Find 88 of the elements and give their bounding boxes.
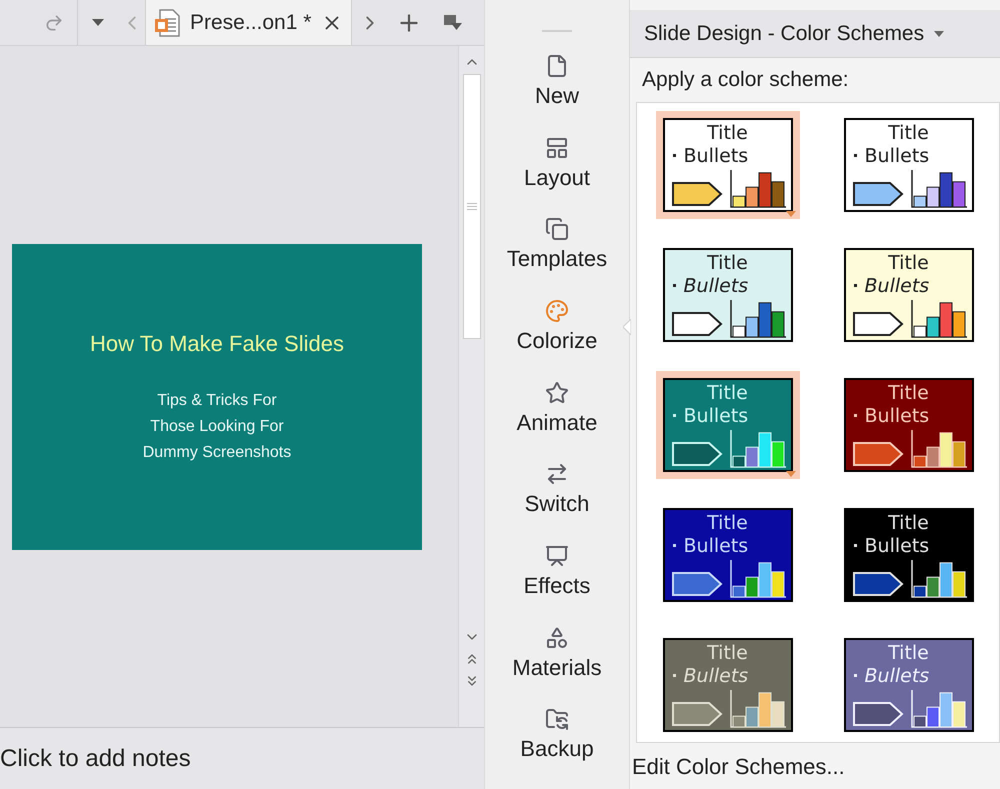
bar-chart-drawing bbox=[910, 690, 968, 728]
bullet-icon bbox=[672, 284, 676, 287]
bullet-icon bbox=[672, 414, 676, 417]
slide-subtitle-line: Dummy Screenshots bbox=[142, 443, 292, 463]
color-scheme-option[interactable]: Title Bullets bbox=[836, 500, 980, 608]
scheme-title-text: Title bbox=[888, 252, 929, 274]
color-scheme-option[interactable]: Title Bullets bbox=[836, 370, 980, 478]
bullet-icon bbox=[672, 674, 676, 677]
pentagon-arrow-icon bbox=[670, 310, 722, 338]
presentation-file-icon bbox=[154, 8, 180, 36]
sidebar-item[interactable]: Backup bbox=[485, 707, 629, 789]
scheme-title-text: Title bbox=[707, 122, 748, 144]
bar-chart-drawing bbox=[910, 430, 968, 468]
color-scheme-option[interactable]: Title Bullets bbox=[836, 110, 980, 218]
section-label: Apply a color scheme: bbox=[641, 67, 850, 93]
bar-chart-drawing bbox=[728, 560, 786, 598]
scheme-title-text: Title bbox=[707, 512, 748, 534]
scheme-bullets-text: Bullets bbox=[864, 664, 930, 688]
bar-chart-drawing bbox=[728, 430, 786, 468]
sidebar-item[interactable]: Colorize bbox=[485, 299, 629, 381]
scheme-bullets-text: Bullets bbox=[864, 144, 930, 168]
scheme-title-text: Title bbox=[707, 382, 748, 404]
bar-chart-drawing bbox=[728, 690, 786, 728]
color-scheme-option[interactable]: Title Bullets bbox=[836, 630, 980, 738]
scheme-bullets-text: Bullets bbox=[864, 404, 930, 428]
redo-icon bbox=[44, 12, 64, 32]
pentagon-arrow-icon bbox=[670, 440, 722, 468]
scheme-title-text: Title bbox=[707, 252, 748, 274]
scheme-bullets-text: Bullets bbox=[684, 534, 748, 558]
sidebar-item[interactable]: Switch bbox=[485, 462, 629, 544]
sidebar-item[interactable]: New bbox=[485, 54, 629, 136]
pentagon-arrow-icon bbox=[852, 310, 904, 338]
slide-subtitle-line: Those Looking For bbox=[150, 417, 284, 437]
pentagon-arrow-icon bbox=[852, 180, 904, 208]
caret-icon bbox=[786, 210, 796, 216]
scheme-bullets-text: Bullets bbox=[684, 144, 748, 168]
bar-chart-drawing bbox=[910, 300, 968, 338]
notes-field[interactable]: Click to add notes bbox=[0, 727, 484, 789]
bullet-icon bbox=[672, 544, 676, 547]
color-scheme-option[interactable]: Title Bullets bbox=[656, 370, 800, 478]
sidebar-item[interactable]: Templates bbox=[485, 217, 629, 299]
bullet-icon bbox=[854, 284, 856, 287]
panel-title: Slide Design - Color Schemes bbox=[644, 20, 924, 47]
window-menu-icon bbox=[443, 14, 464, 32]
sidebar-item[interactable]: Effects bbox=[485, 544, 629, 626]
slide-subtitle-line: Tips & Tricks For bbox=[157, 391, 277, 411]
bullet-icon bbox=[854, 674, 856, 677]
bullet-icon bbox=[672, 154, 676, 157]
scheme-title-text: Title bbox=[888, 382, 929, 404]
bullet-icon bbox=[854, 154, 856, 157]
pentagon-arrow-icon bbox=[670, 700, 722, 728]
panel-header[interactable]: Slide Design - Color Schemes bbox=[630, 10, 1000, 58]
scheme-title-text: Title bbox=[888, 122, 929, 144]
sidebar-item[interactable]: Layout bbox=[485, 136, 629, 218]
color-scheme-option[interactable]: Title Bullets bbox=[656, 500, 800, 608]
bar-chart-drawing bbox=[910, 170, 968, 208]
scheme-bullets-text: Bullets bbox=[684, 274, 748, 298]
pentagon-arrow-icon bbox=[852, 440, 904, 468]
scheme-bullets-text: Bullets bbox=[684, 664, 748, 688]
color-scheme-option[interactable]: Title Bullets bbox=[656, 110, 800, 218]
document-tab[interactable]: Prese...on1 * bbox=[146, 0, 352, 45]
slide-canvas[interactable]: How To Make Fake Slides Tips & Tricks For Those Looking For Dummy Screenshots bbox=[12, 244, 422, 550]
pentagon-arrow-icon bbox=[670, 570, 722, 598]
color-scheme-option[interactable]: Title Bullets bbox=[836, 240, 980, 348]
pentagon-arrow-icon bbox=[670, 180, 722, 208]
scheme-title-text: Title bbox=[888, 512, 929, 534]
pentagon-arrow-icon bbox=[852, 570, 904, 598]
edit-color-schemes-link[interactable]: Edit Color Schemes... bbox=[630, 743, 1000, 789]
scheme-bullets-text: Bullets bbox=[864, 534, 930, 558]
sidebar-item[interactable]: Materials bbox=[485, 626, 629, 708]
bar-chart-drawing bbox=[728, 170, 786, 208]
bar-chart-drawing bbox=[910, 560, 968, 598]
color-scheme-option[interactable]: Title Bullets bbox=[656, 240, 800, 348]
bullet-icon bbox=[854, 414, 856, 417]
scheme-bullets-text: Bullets bbox=[684, 404, 748, 428]
bar-chart-drawing bbox=[728, 300, 786, 338]
caret-icon bbox=[786, 470, 796, 476]
color-scheme-option[interactable]: Title Bullets bbox=[656, 630, 800, 738]
scheme-bullets-text: Bullets bbox=[864, 274, 930, 298]
bullet-icon bbox=[854, 544, 856, 547]
caret-icon bbox=[92, 19, 104, 26]
scheme-title-text: Title bbox=[707, 642, 748, 664]
pentagon-arrow-icon bbox=[852, 700, 904, 728]
scrollbar-thumb[interactable] bbox=[462, 74, 480, 339]
sidebar-item[interactable]: Animate bbox=[485, 380, 629, 462]
slide-title: How To Make Fake Slides bbox=[90, 330, 344, 358]
caret-icon bbox=[934, 30, 944, 36]
scheme-title-text: Title bbox=[888, 642, 929, 664]
